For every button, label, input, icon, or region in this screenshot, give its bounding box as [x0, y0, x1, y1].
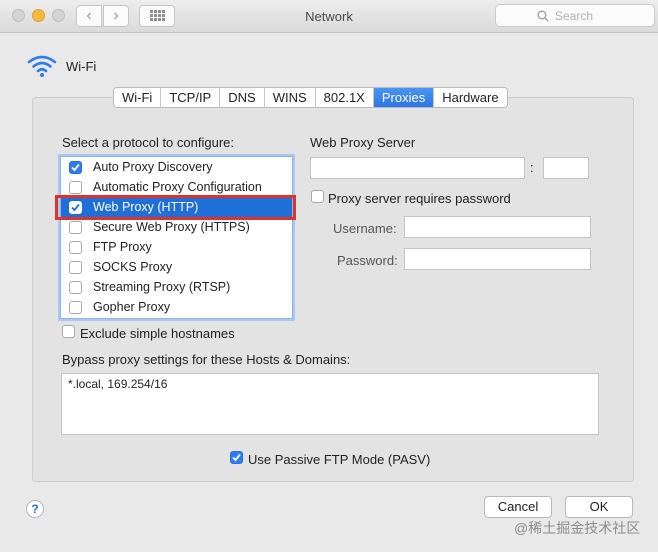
- checkmark-icon: [232, 453, 241, 462]
- checkbox[interactable]: [62, 325, 75, 338]
- search-field[interactable]: Search: [495, 4, 655, 27]
- protocol-label: FTP Proxy: [93, 240, 152, 254]
- protocol-label: Streaming Proxy (RTSP): [93, 280, 231, 294]
- tab-8021x[interactable]: 802.1X: [315, 88, 374, 107]
- highlight-annotation: [55, 195, 296, 220]
- ok-button[interactable]: OK: [565, 496, 633, 518]
- bypass-textarea[interactable]: *.local, 169.254/16: [61, 373, 599, 435]
- proxy-host-input[interactable]: [310, 157, 525, 179]
- exclude-simple-label: Exclude simple hostnames: [80, 326, 235, 341]
- protocol-checkbox[interactable]: [69, 221, 82, 234]
- checkbox[interactable]: [230, 451, 243, 464]
- exclude-simple-checkbox[interactable]: [62, 325, 75, 341]
- proxy-server-title: Web Proxy Server: [310, 135, 416, 150]
- username-label: Username:: [333, 221, 397, 236]
- bypass-label: Bypass proxy settings for these Hosts & …: [62, 352, 351, 367]
- checkmark-icon: [71, 163, 80, 172]
- protocol-label: Gopher Proxy: [93, 300, 171, 314]
- list-item[interactable]: Secure Web Proxy (HTTPS): [61, 218, 292, 237]
- passive-ftp-checkbox[interactable]: [230, 451, 243, 467]
- help-button[interactable]: ?: [26, 500, 44, 518]
- port-separator: :: [530, 160, 534, 175]
- service-name: Wi-Fi: [66, 59, 97, 74]
- list-item[interactable]: SOCKS Proxy: [61, 258, 292, 277]
- protocol-checkbox[interactable]: [69, 241, 82, 254]
- requires-password-label: Proxy server requires password: [328, 191, 511, 206]
- watermark: @稀土掘金技术社区: [514, 520, 641, 536]
- passive-ftp-label: Use Passive FTP Mode (PASV): [248, 452, 431, 467]
- select-protocol-label: Select a protocol to configure:: [62, 135, 234, 150]
- protocol-list[interactable]: Auto Proxy Discovery Automatic Proxy Con…: [60, 156, 293, 319]
- tab-proxies[interactable]: Proxies: [373, 88, 435, 107]
- proxy-port-input[interactable]: [543, 157, 589, 179]
- password-input[interactable]: [404, 248, 591, 270]
- protocol-checkbox[interactable]: [69, 161, 82, 174]
- wifi-icon: [27, 55, 57, 77]
- checkbox[interactable]: [311, 190, 324, 203]
- search-icon: [537, 10, 549, 22]
- search-placeholder: Search: [555, 9, 594, 23]
- requires-password-checkbox[interactable]: [311, 190, 324, 206]
- protocol-label: Secure Web Proxy (HTTPS): [93, 220, 250, 234]
- cancel-button[interactable]: Cancel: [484, 496, 552, 518]
- tab-wins[interactable]: WINS: [264, 88, 316, 107]
- tab-hardware[interactable]: Hardware: [434, 88, 507, 107]
- protocol-checkbox[interactable]: [69, 261, 82, 274]
- password-label: Password:: [337, 253, 398, 268]
- protocol-checkbox[interactable]: [69, 301, 82, 314]
- protocol-label: SOCKS Proxy: [93, 260, 173, 274]
- protocol-checkbox[interactable]: [69, 181, 82, 194]
- protocol-checkbox[interactable]: [69, 281, 82, 294]
- list-item[interactable]: Auto Proxy Discovery: [61, 158, 292, 177]
- username-input[interactable]: [404, 216, 591, 238]
- tab-dns[interactable]: DNS: [220, 88, 265, 107]
- list-item[interactable]: FTP Proxy: [61, 238, 292, 257]
- tab-wifi[interactable]: Wi-Fi: [114, 88, 162, 107]
- tab-tcpip[interactable]: TCP/IP: [161, 88, 221, 107]
- list-item[interactable]: Streaming Proxy (RTSP): [61, 278, 292, 297]
- list-item[interactable]: Gopher Proxy: [61, 298, 292, 317]
- protocol-label: Auto Proxy Discovery: [93, 160, 213, 174]
- tab-bar: Wi-Fi TCP/IP DNS WINS 802.1X Proxies Har…: [113, 87, 508, 108]
- title-bar: ‹ › Network Search: [0, 0, 658, 33]
